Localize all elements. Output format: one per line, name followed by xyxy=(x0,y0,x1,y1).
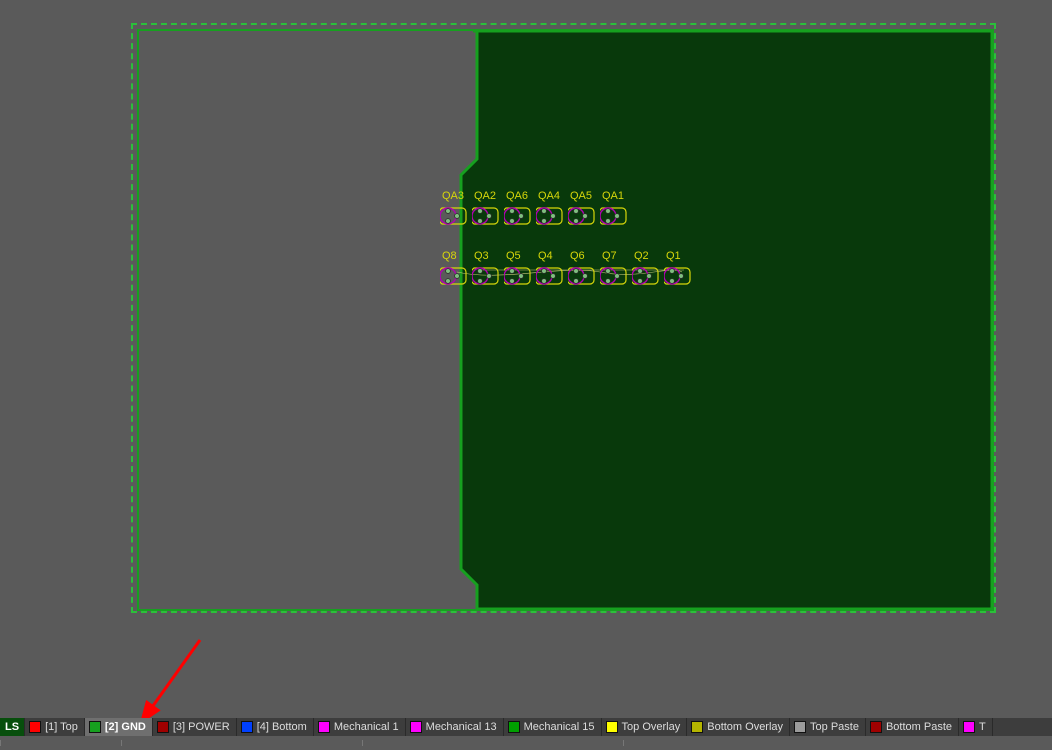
layer-label: T xyxy=(979,721,986,733)
layer-tab-9[interactable]: Top Paste xyxy=(790,718,866,736)
designator-QA3: QA3 xyxy=(442,190,464,202)
layer-tab-4[interactable]: Mechanical 1 xyxy=(314,718,406,736)
component-QA3[interactable] xyxy=(440,204,468,228)
layer-swatch xyxy=(241,721,253,733)
component-Q5[interactable] xyxy=(504,264,532,288)
layer-tab-6[interactable]: Mechanical 15 xyxy=(504,718,602,736)
layer-label: Top Overlay xyxy=(622,721,681,733)
layer-swatch xyxy=(508,721,520,733)
layer-swatch xyxy=(963,721,975,733)
component-Q7[interactable] xyxy=(600,264,628,288)
layer-label: Mechanical 1 xyxy=(334,721,399,733)
layer-tab-10[interactable]: Bottom Paste xyxy=(866,718,959,736)
component-Q2[interactable] xyxy=(632,264,660,288)
layer-label: [4] Bottom xyxy=(257,721,307,733)
designator-QA6: QA6 xyxy=(506,190,528,202)
component-Q3[interactable] xyxy=(472,264,500,288)
designator-QA4: QA4 xyxy=(538,190,560,202)
status-bar xyxy=(0,736,1052,750)
component-QA6[interactable] xyxy=(504,204,532,228)
designator-QA2: QA2 xyxy=(474,190,496,202)
layer-label: Top Paste xyxy=(810,721,859,733)
layer-swatch xyxy=(606,721,618,733)
layer-set-button[interactable]: LS xyxy=(0,718,25,736)
layer-swatch xyxy=(157,721,169,733)
designator-Q1: Q1 xyxy=(666,250,681,262)
layer-swatch xyxy=(410,721,422,733)
layer-swatch xyxy=(29,721,41,733)
layer-label: Mechanical 13 xyxy=(426,721,497,733)
designator-Q6: Q6 xyxy=(570,250,585,262)
component-QA1[interactable] xyxy=(600,204,628,228)
designator-QA5: QA5 xyxy=(570,190,592,202)
layer-tab-5[interactable]: Mechanical 13 xyxy=(406,718,504,736)
designator-QA1: QA1 xyxy=(602,190,624,202)
layer-swatch xyxy=(870,721,882,733)
layer-label: Bottom Overlay xyxy=(707,721,783,733)
layer-tab-11[interactable]: T xyxy=(959,718,993,736)
layer-swatch xyxy=(89,721,101,733)
component-QA4[interactable] xyxy=(536,204,564,228)
layer-label: Mechanical 15 xyxy=(524,721,595,733)
pcb-canvas[interactable]: QA3 QA2 QA6 QA4 QA5 QA1 Q8 Q3 Q5 Q4 Q6 xyxy=(0,0,1052,718)
layer-tab-3[interactable]: [4] Bottom xyxy=(237,718,314,736)
layer-tab-1[interactable]: [2] GND xyxy=(85,718,153,736)
designator-Q8: Q8 xyxy=(442,250,457,262)
layer-tab-0[interactable]: [1] Top xyxy=(25,718,85,736)
layer-tab-8[interactable]: Bottom Overlay xyxy=(687,718,790,736)
net-lines xyxy=(0,0,1052,750)
layer-swatch xyxy=(318,721,330,733)
ls-label: LS xyxy=(5,721,19,733)
layer-label: [2] GND xyxy=(105,721,146,733)
component-Q6[interactable] xyxy=(568,264,596,288)
designator-Q5: Q5 xyxy=(506,250,521,262)
designator-Q3: Q3 xyxy=(474,250,489,262)
component-Q8[interactable] xyxy=(440,264,468,288)
component-Q1[interactable] xyxy=(664,264,692,288)
component-Q4[interactable] xyxy=(536,264,564,288)
layer-swatch xyxy=(691,721,703,733)
layer-tab-7[interactable]: Top Overlay xyxy=(602,718,688,736)
layer-tabs-bar: LS [1] Top [2] GND [3] POWER [4] Bottom Mech… xyxy=(0,718,1052,736)
layer-tab-2[interactable]: [3] POWER xyxy=(153,718,237,736)
designator-Q2: Q2 xyxy=(634,250,649,262)
layer-label: [1] Top xyxy=(45,721,78,733)
designator-Q4: Q4 xyxy=(538,250,553,262)
designator-Q7: Q7 xyxy=(602,250,617,262)
layer-label: [3] POWER xyxy=(173,721,230,733)
component-QA5[interactable] xyxy=(568,204,596,228)
component-QA2[interactable] xyxy=(472,204,500,228)
layer-label: Bottom Paste xyxy=(886,721,952,733)
layer-swatch xyxy=(794,721,806,733)
